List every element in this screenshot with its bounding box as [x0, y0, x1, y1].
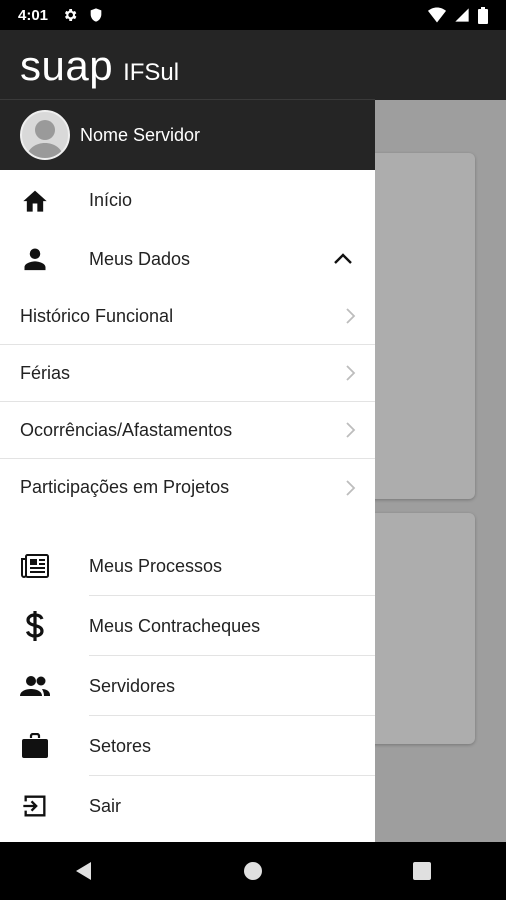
- drawer-menu: Início Meus Dados Histórico Funcional Fé…: [0, 170, 375, 836]
- submenu-item-historico-funcional[interactable]: Histórico Funcional: [0, 288, 375, 345]
- user-profile[interactable]: Nome Servidor: [0, 102, 375, 168]
- menu-item-setores[interactable]: Setores: [0, 716, 375, 776]
- chevron-right-icon: [346, 479, 356, 496]
- recents-icon: [412, 862, 431, 880]
- menu-item-label: Meus Processos: [89, 555, 223, 576]
- home-icon: [20, 185, 50, 215]
- battery-icon: [478, 6, 488, 24]
- submenu-item-participacoes-projetos[interactable]: Participações em Projetos: [0, 459, 375, 516]
- navigation-drawer: suap IFSul Nome Servidor Início Meus Dad…: [0, 30, 375, 842]
- user-name: Nome Servidor: [80, 124, 201, 145]
- back-icon: [76, 862, 92, 880]
- briefcase-icon: [20, 731, 50, 761]
- person-silhouette-icon: [26, 120, 64, 158]
- menu-item-label: Setores: [89, 735, 152, 756]
- home-circle-icon: [243, 862, 262, 880]
- app-bar-background: [375, 30, 506, 100]
- logout-icon: [20, 791, 50, 821]
- system-navigation-bar: [0, 842, 506, 900]
- menu-item-servidores[interactable]: Servidores: [0, 656, 375, 716]
- chevron-right-icon: [346, 365, 356, 381]
- shield-icon: [90, 8, 102, 22]
- back-button[interactable]: [54, 842, 114, 900]
- submenu-item-label: Histórico Funcional: [20, 305, 174, 326]
- brand-logo: suap IFSul: [20, 42, 179, 90]
- menu-item-label: Meus Dados: [89, 248, 191, 269]
- chevron-up-icon[interactable]: [331, 247, 355, 271]
- menu-item-sair[interactable]: Sair: [0, 776, 375, 836]
- submenu-item-label: Férias: [20, 362, 71, 383]
- signal-icon: [455, 8, 469, 22]
- menu-item-inicio[interactable]: Início: [0, 170, 375, 230]
- dollar-icon: [20, 611, 50, 641]
- drawer-header: suap IFSul Nome Servidor: [0, 30, 375, 170]
- menu-item-meus-processos[interactable]: Meus Processos: [0, 536, 375, 596]
- person-icon: [20, 244, 50, 274]
- submenu-item-ocorrencias-afastamentos[interactable]: Ocorrências/Afastamentos: [0, 402, 375, 459]
- chevron-right-icon: [346, 308, 356, 324]
- submenu-item-label: Participações em Projetos: [20, 477, 230, 497]
- home-button[interactable]: [223, 842, 283, 900]
- header-divider: [0, 99, 375, 100]
- gear-icon: [64, 9, 77, 21]
- people-icon: [20, 671, 50, 701]
- recents-button[interactable]: [392, 842, 452, 900]
- submenu-item-label: Ocorrências/Afastamentos: [20, 419, 233, 440]
- newspaper-icon: [20, 551, 50, 581]
- submenu-item-ferias[interactable]: Férias: [0, 345, 375, 402]
- wifi-icon: [428, 7, 446, 23]
- brand-org: IFSul: [123, 59, 180, 86]
- menu-item-label: Meus Contracheques: [89, 615, 261, 636]
- brand-name: suap: [20, 42, 114, 89]
- menu-item-meus-dados[interactable]: Meus Dados: [0, 230, 375, 288]
- menu-item-meus-contracheques[interactable]: Meus Contracheques: [0, 596, 375, 656]
- menu-item-label: Início: [89, 189, 133, 210]
- status-time: 4:01: [18, 6, 49, 24]
- status-bar: 4:01: [0, 0, 506, 30]
- avatar: [20, 110, 70, 160]
- menu-item-label: Sair: [89, 795, 122, 816]
- menu-item-label: Servidores: [89, 675, 176, 696]
- chevron-right-icon: [346, 422, 356, 438]
